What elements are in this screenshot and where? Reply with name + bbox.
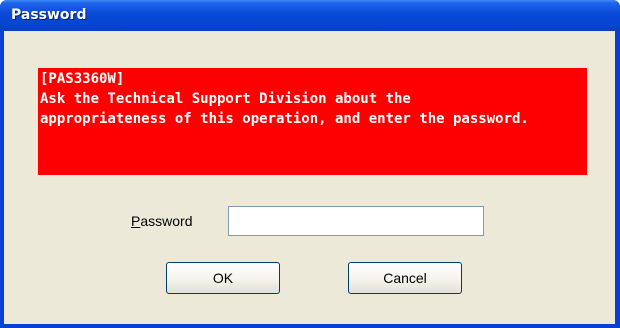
warning-code: [PAS3360W] bbox=[40, 71, 125, 87]
password-label-accelerator: P bbox=[131, 213, 141, 229]
dialog-body: [PAS3360W] Ask the Technical Support Div… bbox=[4, 31, 615, 324]
warning-line-1: Ask the Technical Support Division about… bbox=[40, 91, 411, 107]
ok-button[interactable]: OK bbox=[166, 262, 280, 294]
cancel-button[interactable]: Cancel bbox=[348, 262, 462, 294]
title-bar[interactable]: Password bbox=[0, 0, 620, 31]
password-label: Password bbox=[131, 213, 192, 229]
window-title: Password bbox=[11, 7, 87, 23]
password-input[interactable] bbox=[228, 206, 484, 236]
password-label-text: assword bbox=[140, 213, 193, 229]
password-dialog: Password [PAS3360W] Ask the Technical Su… bbox=[0, 0, 620, 328]
warning-line-2: appropriateness of this operation, and e… bbox=[40, 111, 529, 127]
warning-message-box: [PAS3360W] Ask the Technical Support Div… bbox=[38, 68, 587, 175]
